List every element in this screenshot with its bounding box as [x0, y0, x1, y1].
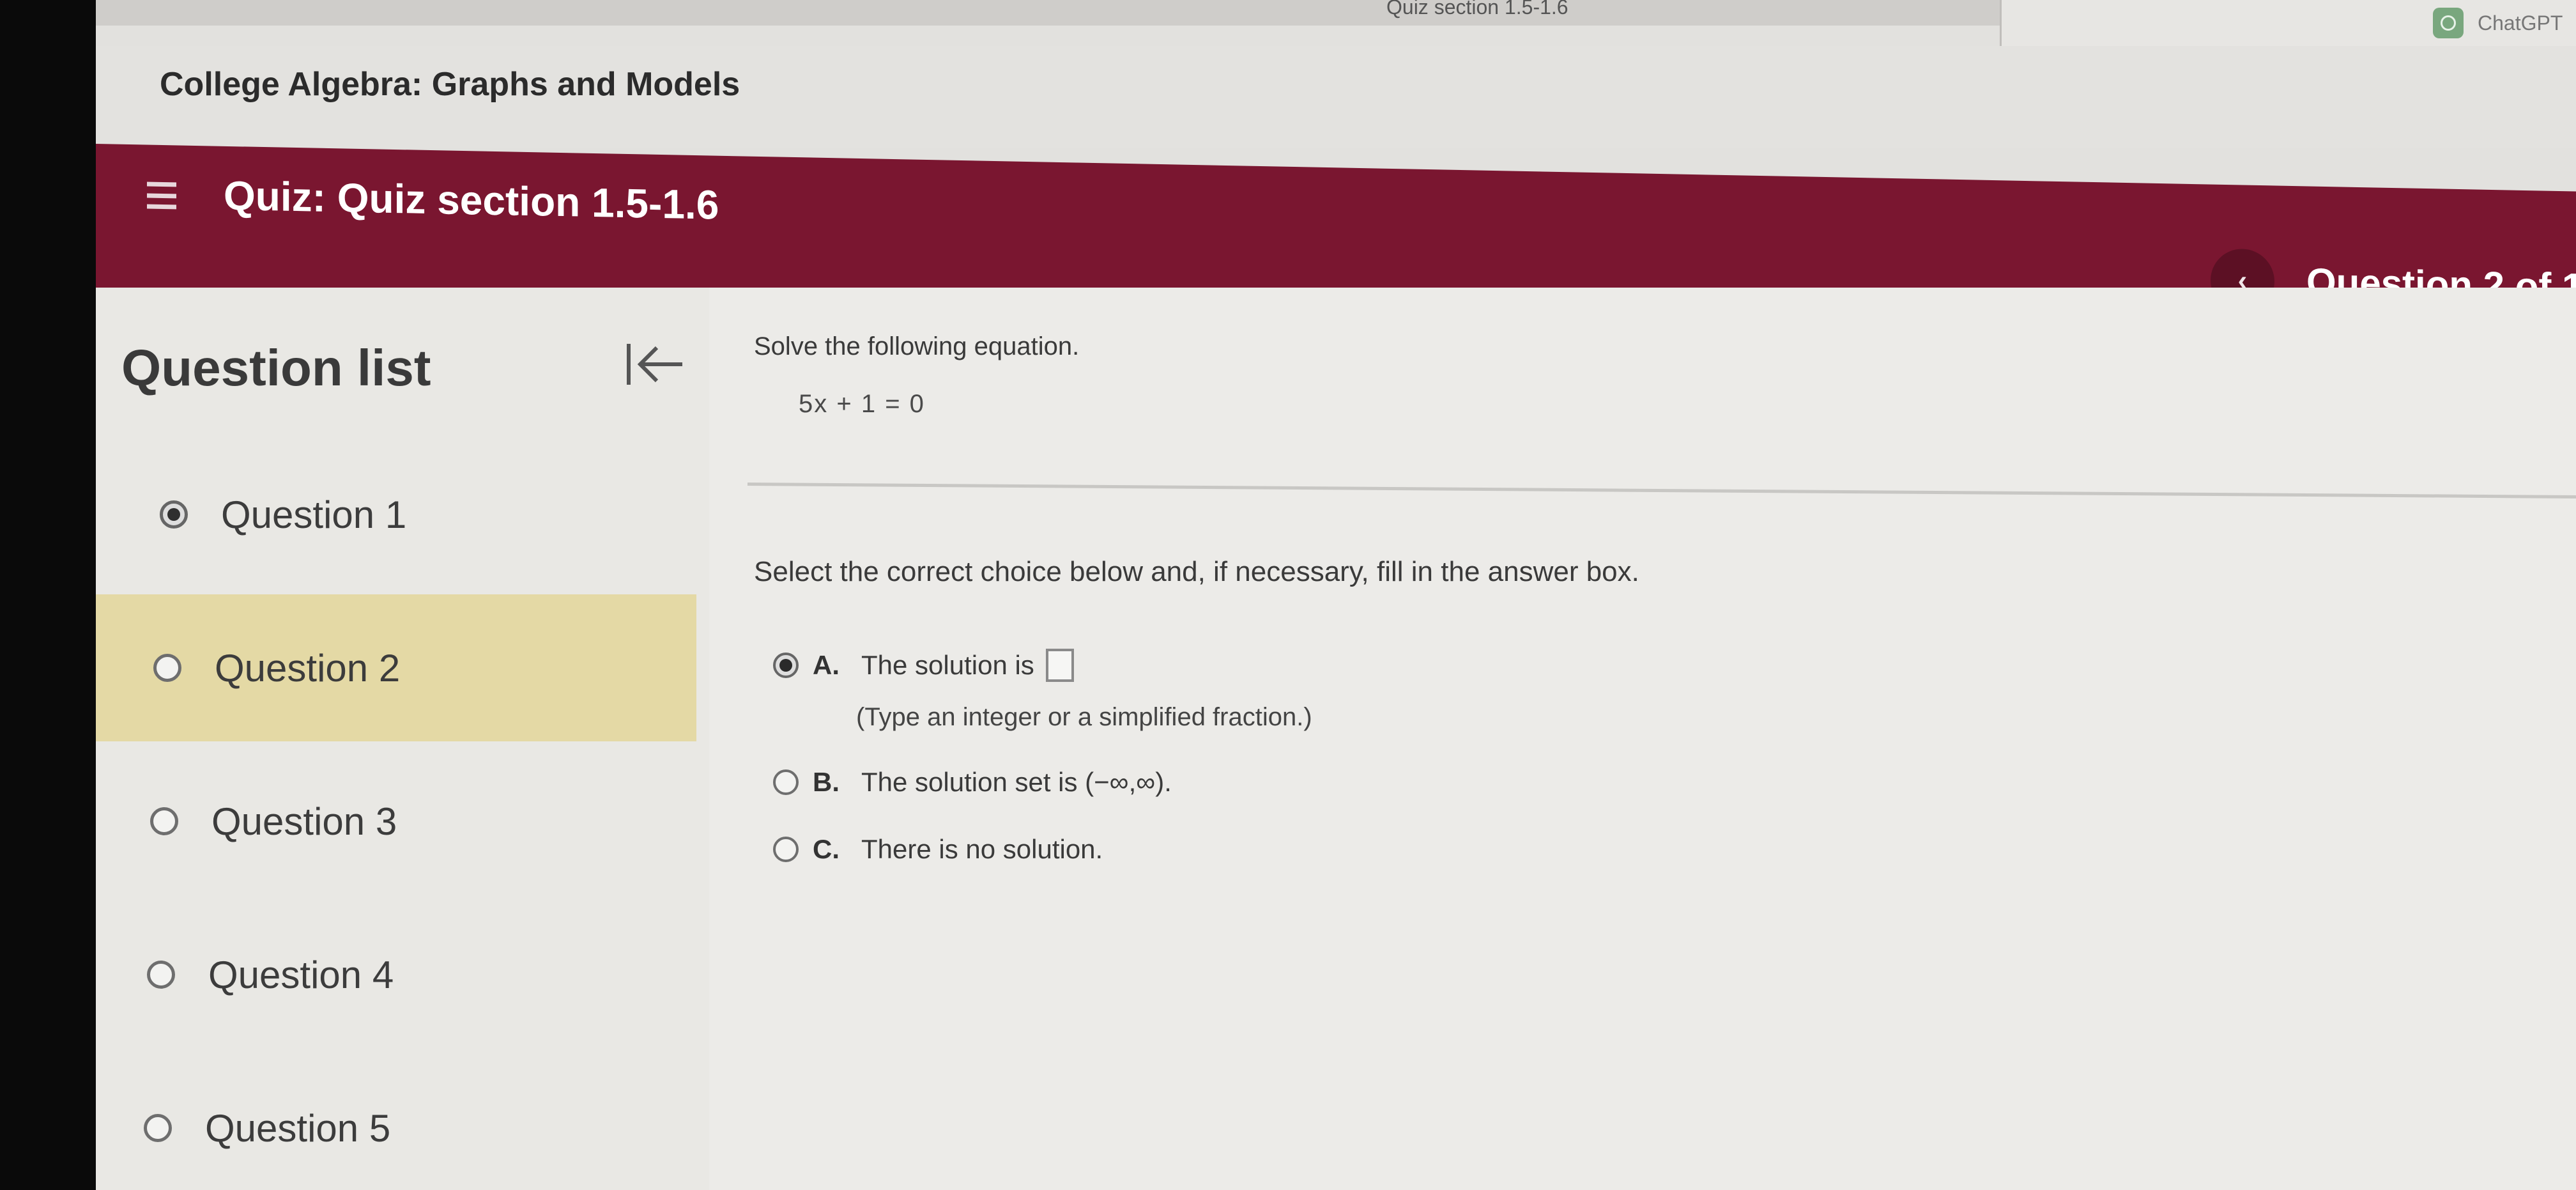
radio-icon	[144, 1114, 172, 1142]
answer-box-input[interactable]	[1045, 649, 1074, 682]
radio-icon	[150, 807, 178, 835]
choice-b-text: The solution set is (−∞,∞).	[861, 767, 1172, 797]
choice-b-letter: B.	[813, 767, 839, 797]
question-panel: Solve the following equation. 5x + 1 = 0…	[709, 288, 2576, 1190]
choice-c-radio[interactable]	[773, 837, 799, 862]
choice-b[interactable]: B. The solution set is (−∞,∞).	[773, 767, 1172, 798]
screen: Quiz section 1.5-1.6 ChatGPT College Alg…	[96, 0, 2576, 1190]
choice-a-radio[interactable]	[773, 653, 799, 678]
browser-tab-quiz-label: Quiz section 1.5-1.6	[1386, 0, 1568, 19]
sidebar-item-label: Question 2	[215, 646, 401, 690]
choice-c[interactable]: C. There is no solution.	[773, 834, 1103, 865]
sidebar-item-question-3[interactable]: Question 3	[96, 748, 696, 895]
question-list-title: Question list	[121, 339, 431, 396]
collapse-left-icon[interactable]	[620, 332, 690, 396]
choice-a-letter: A.	[813, 650, 839, 680]
radio-icon	[153, 654, 181, 682]
sidebar-item-question-1[interactable]: Question 1	[96, 441, 696, 588]
sidebar-item-label: Question 3	[211, 800, 397, 843]
hamburger-icon[interactable]	[147, 182, 176, 210]
quiz-title: Quiz: Quiz section 1.5-1.6	[224, 172, 719, 228]
browser-tab-chatgpt[interactable]: ChatGPT	[2000, 0, 2576, 46]
browser-tab-chatgpt-label: ChatGPT	[2478, 11, 2563, 35]
choice-a-text: The solution is	[861, 650, 1034, 680]
choice-c-text: There is no solution.	[861, 834, 1103, 864]
question-list-sidebar: Question list Question 1 Question 2 Ques…	[96, 288, 709, 1190]
question-equation: 5x + 1 = 0	[799, 390, 925, 418]
course-header: College Algebra: Graphs and Models	[96, 46, 2576, 148]
choice-c-letter: C.	[813, 834, 839, 864]
course-title: College Algebra: Graphs and Models	[160, 66, 740, 103]
browser-tab-bar: Quiz section 1.5-1.6 ChatGPT	[96, 0, 2576, 46]
sidebar-item-question-5[interactable]: Question 5	[96, 1055, 696, 1190]
chatgpt-icon	[2433, 8, 2464, 38]
answered-radio-icon	[160, 500, 188, 529]
sidebar-item-label: Question 4	[208, 953, 394, 996]
answer-hint: (Type an integer or a simplified fractio…	[856, 703, 1312, 731]
browser-tab-quiz[interactable]: Quiz section 1.5-1.6	[1386, 0, 1808, 26]
sidebar-item-question-2[interactable]: Question 2	[96, 594, 696, 741]
choice-b-radio[interactable]	[773, 769, 799, 795]
sidebar-item-label: Question 1	[221, 493, 407, 536]
radio-icon	[147, 961, 175, 989]
question-instruction: Solve the following equation.	[754, 332, 1080, 360]
select-instruction: Select the correct choice below and, if …	[754, 556, 1639, 587]
choice-a[interactable]: A. The solution is	[773, 649, 1074, 682]
sidebar-item-question-4[interactable]: Question 4	[96, 901, 696, 1048]
divider	[747, 483, 2576, 499]
sidebar-item-label: Question 5	[205, 1106, 391, 1150]
